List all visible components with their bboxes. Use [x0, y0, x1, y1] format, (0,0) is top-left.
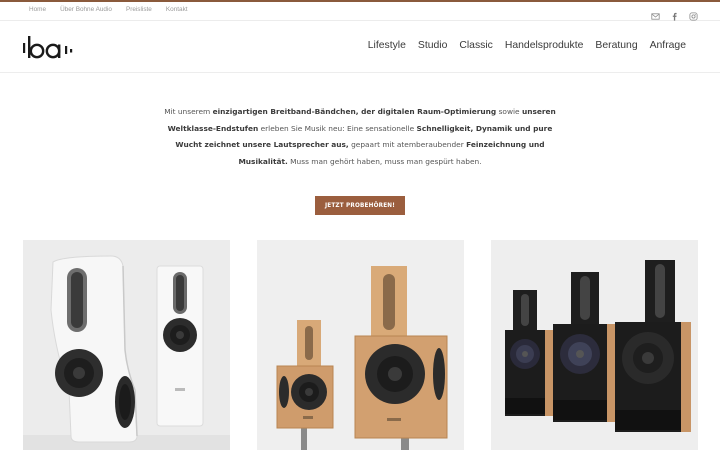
- toplink-home[interactable]: Home: [29, 6, 46, 13]
- product-card-black-speakers[interactable]: [491, 240, 698, 450]
- facebook-icon[interactable]: [670, 6, 679, 21]
- black-speakers-image: [491, 240, 698, 450]
- intro-text: Mit unserem einzigartigen Breitband-Bänd…: [160, 104, 560, 170]
- brand-logo[interactable]: [22, 34, 80, 62]
- toplink-about[interactable]: Über Bohne Audio: [60, 6, 112, 13]
- nav-handelsprodukte[interactable]: Handelsprodukte: [505, 40, 584, 51]
- nav-lifestyle[interactable]: Lifestyle: [368, 40, 406, 51]
- toplink-contact[interactable]: Kontakt: [166, 6, 188, 13]
- nav-beratung[interactable]: Beratung: [595, 40, 637, 51]
- toplink-pricelist[interactable]: Preisliste: [126, 6, 152, 13]
- demo-cta-button[interactable]: JETZT PROBEHÖREN!: [315, 196, 405, 215]
- intro-text-2: sowie: [496, 107, 522, 116]
- intro-text-5: Muss man gehört haben, muss man gespürt …: [287, 156, 482, 166]
- wood-speakers-image: [257, 240, 464, 450]
- product-card-white-speakers[interactable]: [23, 240, 230, 450]
- social-links: [651, 6, 698, 21]
- main-header: Lifestyle Studio Classic Handelsprodukte…: [0, 21, 720, 73]
- intro-text-3: erleben Sie Musik neu: Eine sensationell…: [258, 123, 417, 133]
- main-nav: Lifestyle Studio Classic Handelsprodukte…: [368, 40, 686, 51]
- instagram-icon[interactable]: [689, 6, 698, 21]
- mail-icon[interactable]: [651, 6, 660, 20]
- nav-studio[interactable]: Studio: [418, 40, 447, 51]
- top-links: Home Über Bohne Audio Preisliste Kontakt: [29, 6, 188, 13]
- intro-text-4: gepaart mit atemberaubender: [348, 140, 467, 149]
- intro-bold-1: einzigartigen Breitband-Bändchen, der di…: [212, 107, 497, 116]
- nav-anfrage[interactable]: Anfrage: [650, 40, 686, 51]
- white-speakers-image: [23, 240, 230, 450]
- top-bar: Home Über Bohne Audio Preisliste Kontakt: [0, 2, 720, 21]
- product-card-wood-speakers[interactable]: [257, 240, 464, 450]
- nav-classic[interactable]: Classic: [459, 40, 493, 51]
- intro-text-1: Mit unserem: [164, 107, 213, 116]
